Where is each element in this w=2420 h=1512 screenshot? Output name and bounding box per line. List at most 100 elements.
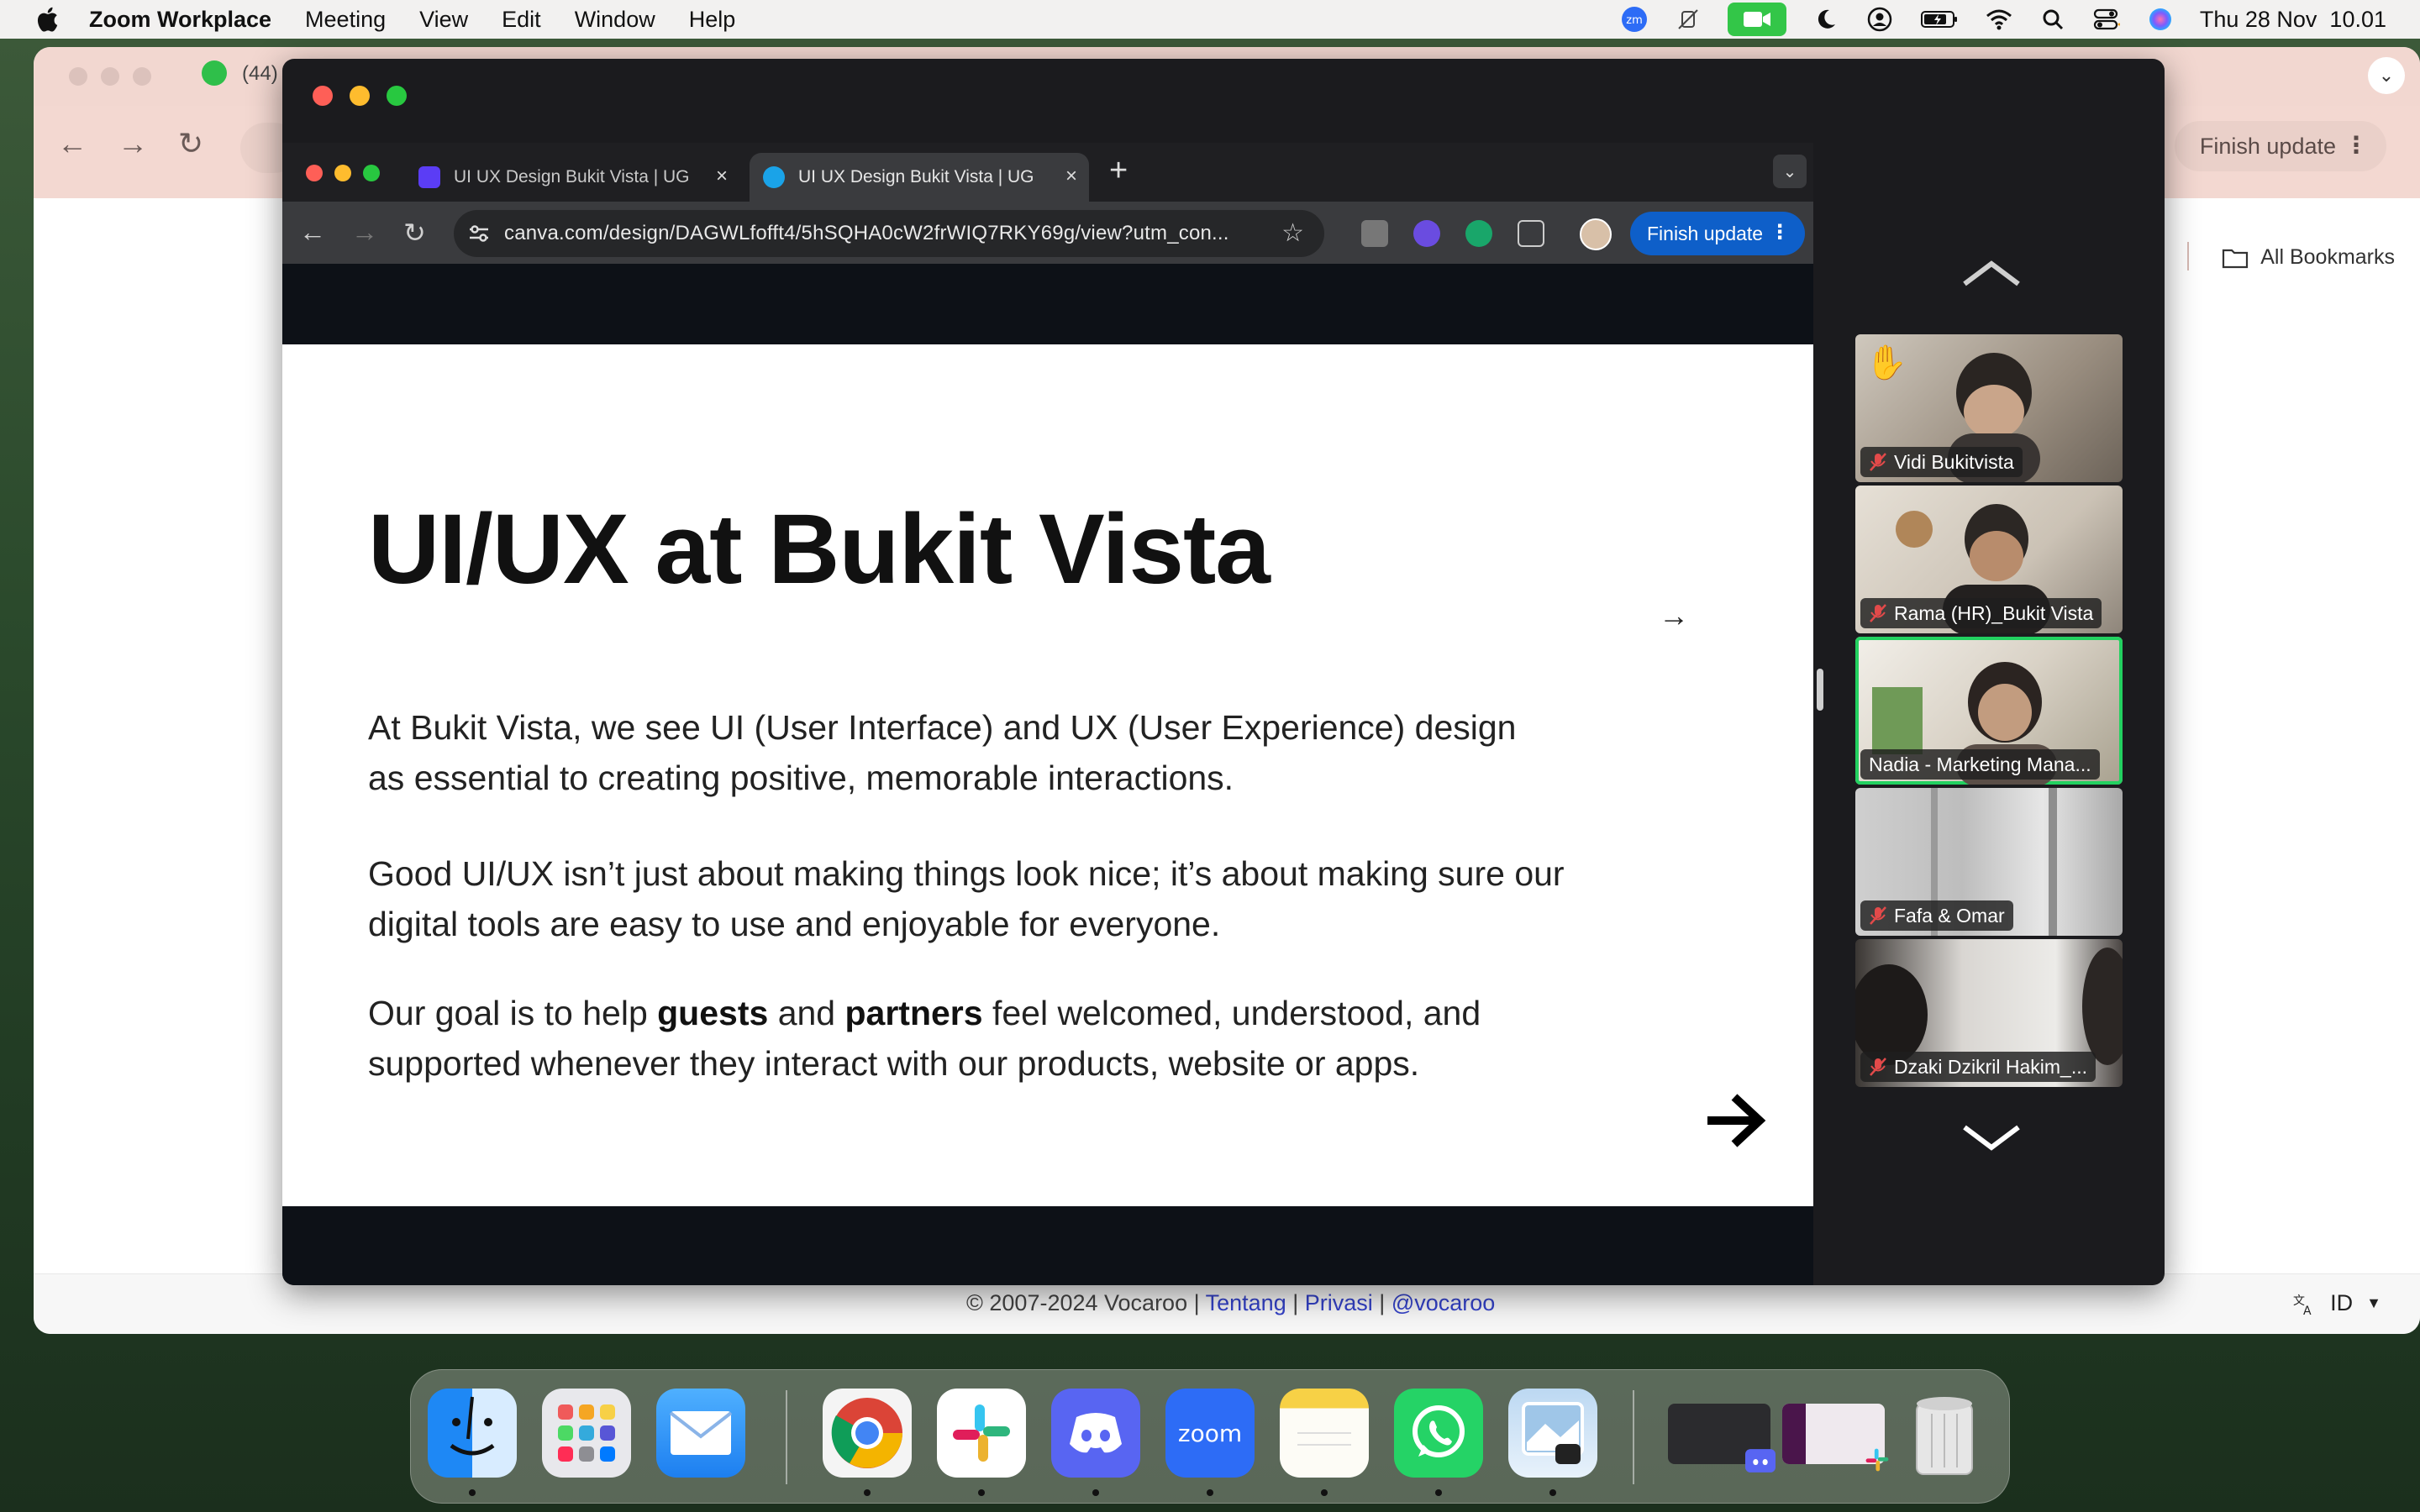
chrome-icon[interactable] (823, 1389, 912, 1478)
zoom-minimize-button[interactable] (350, 86, 370, 106)
notifications-off-icon[interactable] (1674, 5, 1702, 34)
participant-tile-3[interactable]: Nadia - Marketing Mana... (1855, 637, 2123, 785)
menu-help[interactable]: Help (689, 7, 736, 33)
battery-icon[interactable] (1919, 5, 1960, 34)
reload-icon[interactable]: ↻ (403, 217, 426, 249)
video-active-icon[interactable] (1727, 3, 1786, 36)
user-account-icon[interactable] (1865, 5, 1894, 34)
panel-resize-handle[interactable] (1817, 669, 1823, 711)
zoom-tray-icon[interactable]: zm (1620, 5, 1649, 34)
bg-forward-icon[interactable]: → (118, 126, 148, 161)
focus-moon-icon[interactable] (1812, 5, 1840, 34)
shared-tab-1[interactable]: UI UX Design Bukit Vista | UG × (405, 153, 739, 202)
minimized-window-preview-2[interactable] (1782, 1404, 1889, 1472)
para3-bold-guests: guests (657, 994, 769, 1032)
grammarly-extension-icon[interactable] (1465, 220, 1492, 247)
bg-reload-icon[interactable]: ↻ (178, 126, 203, 161)
bg-minimize-button[interactable] (101, 67, 119, 86)
slide-paragraph-3: Our goal is to help guests and partners … (368, 988, 1561, 1089)
language-selector[interactable]: 文A ID ▼ (2291, 1290, 2381, 1316)
trash-icon[interactable] (1900, 1389, 1989, 1478)
site-info-icon[interactable] (467, 223, 491, 244)
participant-name-tag: Nadia - Marketing Mana... (1860, 749, 2100, 780)
bookmark-star-icon[interactable]: ☆ (1281, 218, 1304, 248)
gear-extension-icon[interactable] (1413, 220, 1440, 247)
gallery-scroll-down-icon[interactable] (1958, 1121, 2025, 1154)
apple-logo-icon[interactable] (34, 4, 64, 34)
search-icon[interactable] (2039, 5, 2067, 34)
zoom-icon[interactable]: zoom (1165, 1389, 1255, 1478)
participant-name-tag: Vidi Bukitvista (1860, 447, 2023, 477)
bg-more-menu-icon[interactable]: ⋮ (2344, 131, 2368, 159)
control-center-icon[interactable] (2092, 5, 2121, 34)
footer-link-about[interactable]: Tentang (1206, 1290, 1286, 1315)
dock-separator (1633, 1390, 1634, 1484)
running-indicator (1092, 1489, 1099, 1496)
menu-view[interactable]: View (419, 7, 468, 33)
new-tab-button[interactable]: + (1109, 153, 1128, 189)
shared-close-dot (306, 165, 323, 181)
folder-icon (2223, 249, 2249, 268)
wifi-icon[interactable] (1985, 5, 2013, 34)
back-icon[interactable]: ← (299, 217, 326, 248)
participant-tile-2[interactable]: Rama (HR)_Bukit Vista (1855, 486, 2123, 633)
menu-app-name[interactable]: Zoom Workplace (89, 7, 271, 33)
notes-icon[interactable] (1280, 1389, 1369, 1478)
forward-icon[interactable]: → (351, 217, 378, 248)
finish-update-button[interactable]: Finish update ⋮ (1630, 212, 1806, 255)
preview-icon[interactable] (1508, 1389, 1597, 1478)
extensions-puzzle-icon[interactable] (1518, 220, 1544, 247)
slack-sidebar-thumb (1782, 1404, 1806, 1464)
tab-search-icon[interactable]: ⌄ (1773, 155, 1807, 188)
bg-zoom-button[interactable] (133, 67, 151, 86)
bg-close-button[interactable] (69, 67, 87, 86)
participant-name: Fafa & Omar (1894, 904, 2005, 927)
footer-link-privacy[interactable]: Privasi (1305, 1290, 1373, 1315)
profile-avatar[interactable] (1580, 218, 1612, 250)
footer-text: © 2007-2024 Vocaroo | Tentang | Privasi … (966, 1290, 1495, 1316)
bg-tab-label[interactable]: (44) (242, 62, 278, 86)
menu-meeting[interactable]: Meeting (305, 7, 386, 33)
discord-icon[interactable] (1051, 1389, 1140, 1478)
dock-separator (786, 1390, 787, 1484)
minimized-window-preview-1[interactable] (1668, 1404, 1776, 1473)
menubar-clock[interactable]: Thu 28 Nov 10.01 (2200, 7, 2386, 33)
zoom-close-button[interactable] (313, 86, 333, 106)
discord-badge-icon (1745, 1449, 1776, 1473)
close-tab-icon[interactable]: × (1065, 165, 1077, 188)
menu-window[interactable]: Window (575, 7, 655, 33)
slack-badge-icon (1865, 1448, 1889, 1472)
participant-name: Nadia - Marketing Mana... (1869, 753, 2091, 775)
participant-tile-5[interactable]: Dzaki Dzikril Hakim_... (1855, 939, 2123, 1087)
shared-tab-2[interactable]: UI UX Design Bukit Vista | UG × (750, 153, 1089, 202)
bg-finish-update-button[interactable]: Finish update ⋮ (2174, 121, 2386, 171)
svg-text:A: A (2303, 1305, 2312, 1316)
next-slide-arrow-icon[interactable]: → (1659, 598, 1689, 633)
launchpad-icon[interactable] (542, 1389, 631, 1478)
siri-icon[interactable] (2146, 5, 2175, 34)
dock: zoom (410, 1369, 2010, 1504)
bg-back-icon[interactable]: ← (57, 126, 87, 161)
participant-tile-1[interactable]: ✋ Vidi Bukitvista (1855, 334, 2123, 482)
address-bar[interactable]: canva.com/design/DAGWLfofft4/5hSQHA0cW2f… (454, 210, 1324, 257)
footer-separator: | (1292, 1290, 1299, 1315)
screenshot-extension-icon[interactable] (1361, 220, 1388, 247)
shared-toolbar: ← → ↻ canva.com/design/DAGWLfofft4/5hSQH… (282, 202, 1813, 264)
participant-tile-4[interactable]: Fafa & Omar (1855, 788, 2123, 936)
whatsapp-favicon-icon (202, 60, 227, 86)
mail-icon[interactable] (656, 1389, 745, 1478)
close-tab-icon[interactable]: × (716, 165, 728, 188)
finder-icon[interactable] (428, 1389, 517, 1478)
shared-tab-2-label: UI UX Design Bukit Vista | UG (798, 167, 1034, 186)
shared-minimize-dot (334, 165, 351, 181)
gallery-scroll-up-icon[interactable] (1958, 257, 2025, 291)
slack-icon[interactable] (937, 1389, 1026, 1478)
footer-link-handle[interactable]: @vocaroo (1392, 1290, 1495, 1315)
all-bookmarks-button[interactable]: All Bookmarks (2222, 245, 2395, 270)
bg-tab-search-icon[interactable]: ⌄ (2368, 57, 2405, 94)
more-menu-icon[interactable]: ⋮ (1770, 220, 1790, 244)
mic-muted-icon (1870, 604, 1886, 622)
zoom-fullscreen-button[interactable] (387, 86, 407, 106)
menu-edit[interactable]: Edit (502, 7, 541, 33)
whatsapp-icon[interactable] (1394, 1389, 1483, 1478)
